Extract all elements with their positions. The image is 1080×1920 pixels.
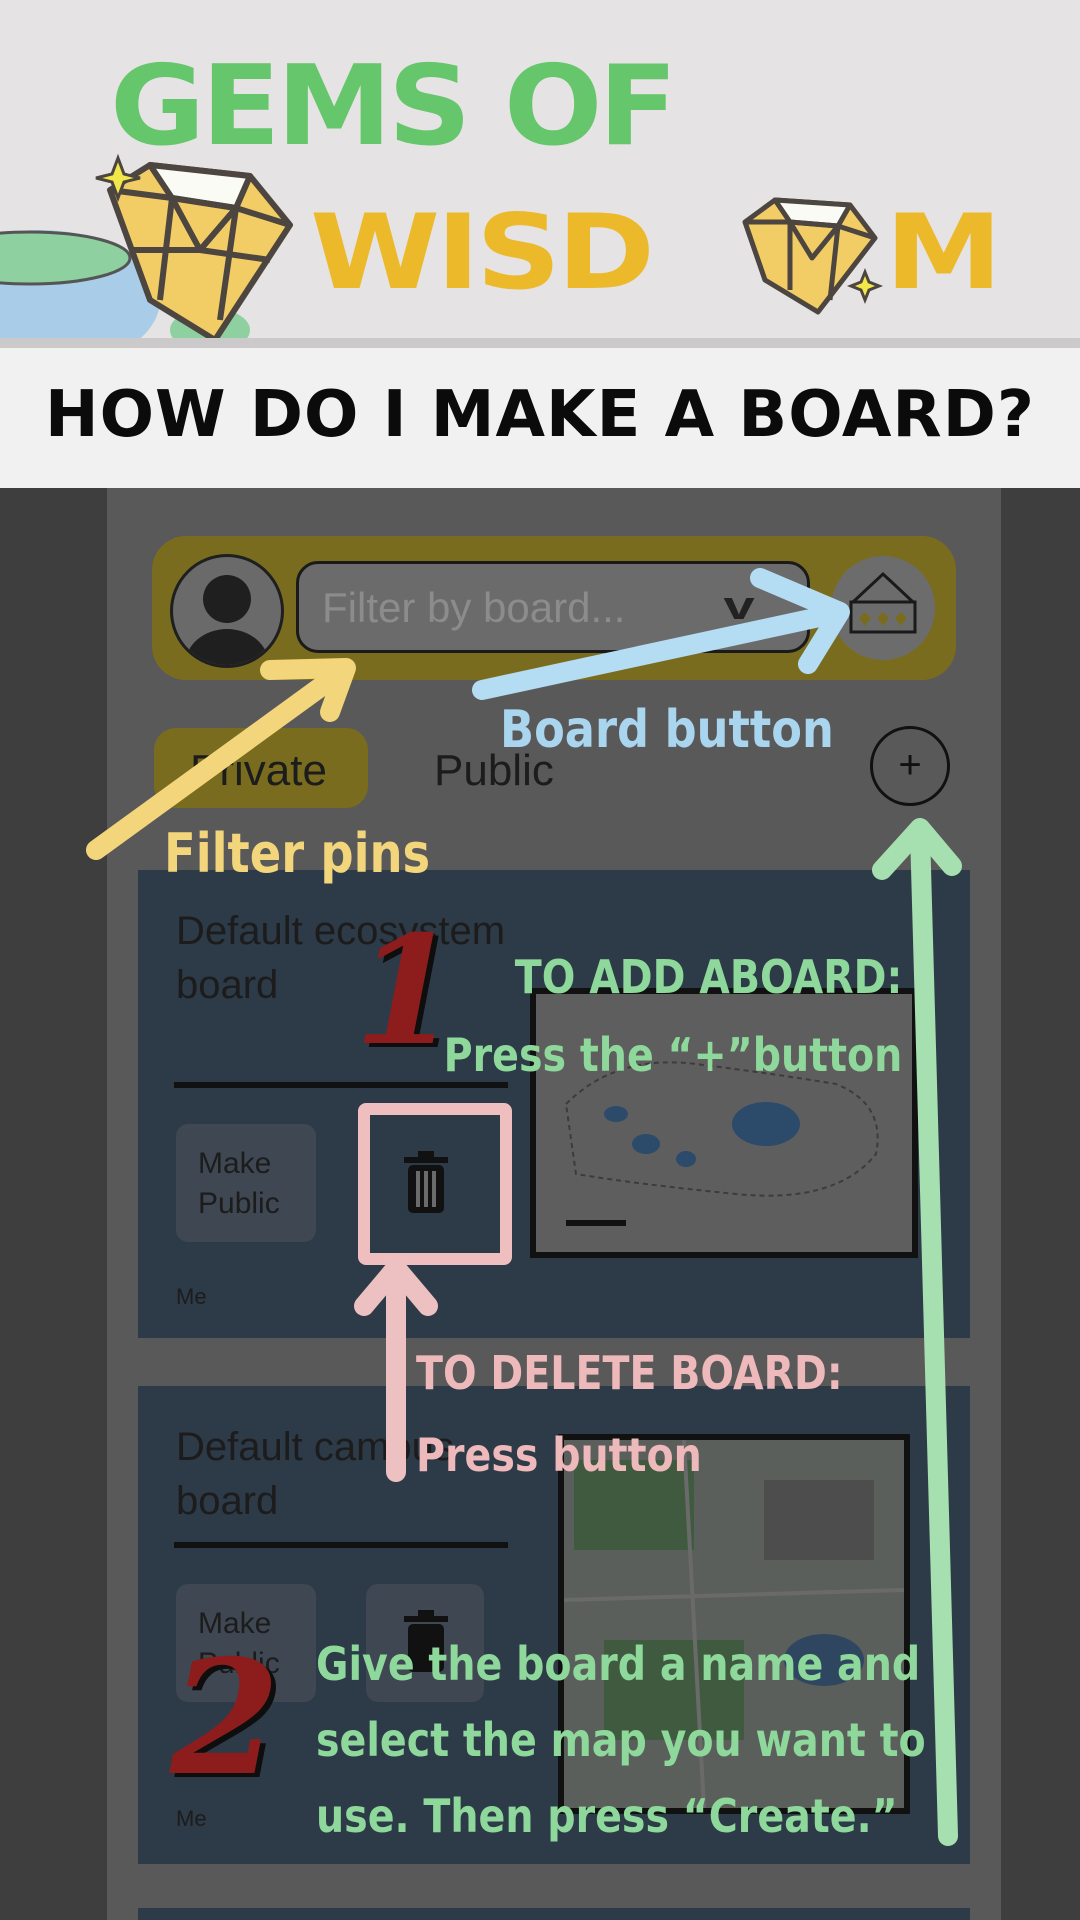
step2-note-line-2: select the map you want to xyxy=(316,1713,926,1767)
filter-pins-note: Filter pins xyxy=(164,822,431,885)
add-board-note-line-1: TO ADD ABOARD: xyxy=(514,950,902,1004)
board-button-note: Board button xyxy=(500,700,834,760)
step-1-number: 1 xyxy=(354,903,459,1079)
arrow-icon xyxy=(472,568,850,700)
delete-board-note-line-2: Press button xyxy=(416,1428,702,1482)
step2-note-line-3: use. Then press “Create.” xyxy=(316,1789,898,1843)
step-2-number: 2 xyxy=(170,1626,280,1811)
add-board-note-line-2: Press the “+”button xyxy=(443,1028,902,1082)
step2-note: Give the board a name and select the map… xyxy=(316,1626,926,1854)
delete-board-note: TO DELETE BOARD: Press button xyxy=(416,1332,843,1496)
add-board-note: TO ADD ABOARD: Press the “+”button xyxy=(443,938,902,1094)
step2-note-line-1: Give the board a name and xyxy=(316,1637,921,1691)
delete-board-note-line-1: TO DELETE BOARD: xyxy=(416,1346,843,1400)
